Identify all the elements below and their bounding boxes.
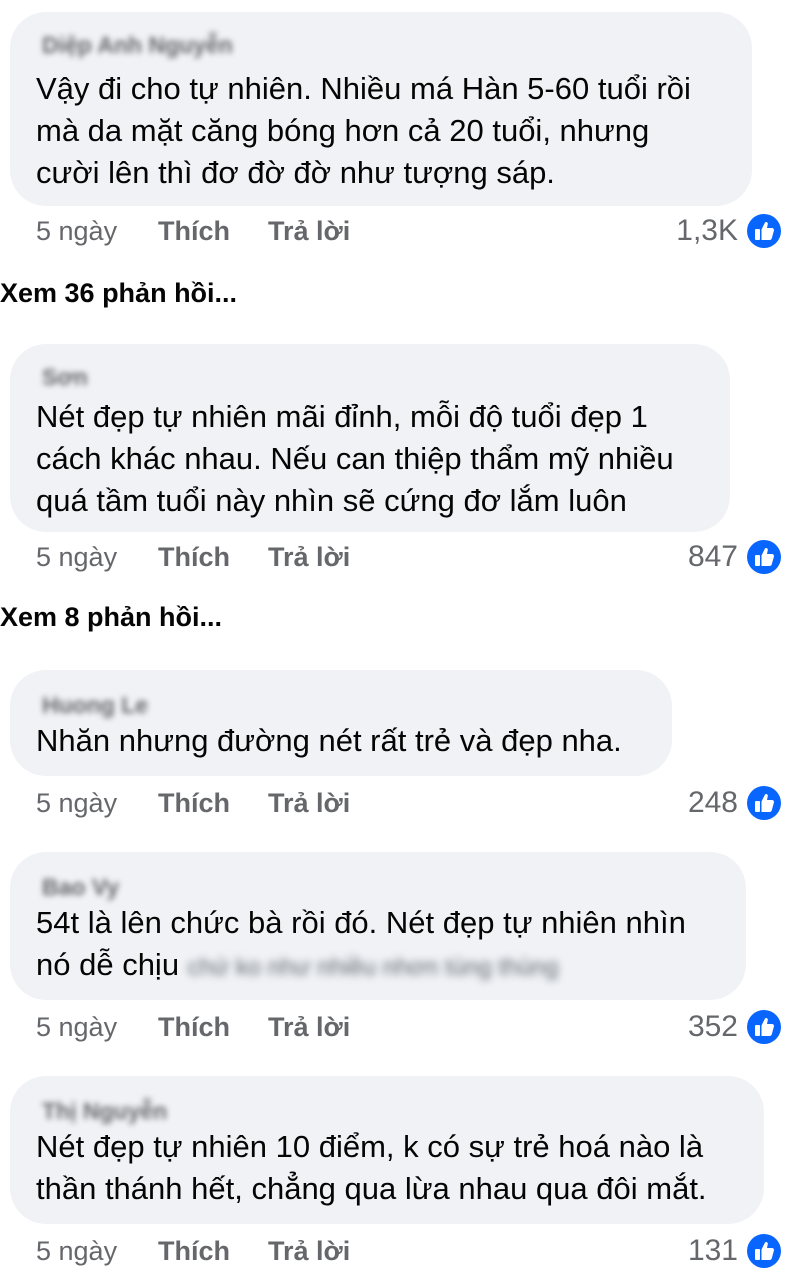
commenter-name[interactable]: Sơn [42, 364, 704, 390]
comment-text-line: cách khác nhau. Nếu can thiệp thẩm mỹ nh… [36, 441, 674, 476]
comment-text-line: cười lên thì đơ đờ đờ như tượng sáp. [36, 155, 555, 190]
comment-actions: 5 ngày Thích Trả lời 248 [0, 785, 796, 824]
comment-actions: 5 ngày Thích Trả lời 847 [0, 539, 796, 578]
like-button[interactable]: Thích [158, 1236, 230, 1267]
view-replies-link[interactable]: Xem 8 phản hồi... [0, 602, 222, 633]
comment-text-line: nó dễ chịu chứ ko như nhiều nhơn tùng th… [36, 944, 720, 989]
comment-timestamp[interactable]: 5 ngày [36, 1012, 117, 1043]
like-button[interactable]: Thích [158, 216, 230, 247]
comment-timestamp[interactable]: 5 ngày [36, 788, 117, 819]
reaction-count[interactable]: 1,3K [676, 214, 738, 248]
commenter-name[interactable]: Diệp Anh Nguyễn [42, 32, 726, 58]
comment-timestamp[interactable]: 5 ngày [36, 216, 117, 247]
comment-timestamp[interactable]: 5 ngày [36, 542, 117, 573]
blurred-text: chứ ko như nhiều nhơn tùng thùng [187, 954, 559, 981]
reaction-count[interactable]: 352 [688, 1010, 738, 1044]
like-button[interactable]: Thích [158, 788, 230, 819]
like-thumbs-up-icon[interactable] [746, 785, 782, 821]
reply-button[interactable]: Trả lời [268, 542, 350, 573]
comment-text-line: quá tầm tuổi này nhìn sẽ cứng đơ lắm luô… [36, 483, 627, 518]
comment-bubble: Sơn Nét đẹp tự nhiên mãi đỉnh, mỗi độ tu… [10, 344, 730, 532]
comment-text-line: Nét đẹp tự nhiên mãi đỉnh, mỗi độ tuổi đ… [36, 399, 648, 434]
reaction-count[interactable]: 131 [688, 1234, 738, 1268]
like-thumbs-up-icon[interactable] [746, 1009, 782, 1045]
commenter-name[interactable]: Bao Vy [42, 874, 720, 900]
comment-text-line: Vậy đi cho tự nhiên. Nhiều má Hàn 5-60 t… [36, 71, 691, 106]
like-thumbs-up-icon[interactable] [746, 1233, 782, 1269]
comment-bubble: Bao Vy 54t là lên chức bà rồi đó. Nét đẹ… [10, 852, 746, 1000]
like-thumbs-up-icon[interactable] [746, 213, 782, 249]
comment-actions: 5 ngày Thích Trả lời 131 [0, 1233, 796, 1272]
comment-text-fragment: nó dễ chịu [36, 947, 180, 982]
view-replies-link[interactable]: Xem 36 phản hồi... [0, 278, 237, 309]
reply-button[interactable]: Trả lời [268, 216, 350, 247]
comment-timestamp[interactable]: 5 ngày [36, 1236, 117, 1267]
reply-button[interactable]: Trả lời [268, 1012, 350, 1043]
reply-button[interactable]: Trả lời [268, 1236, 350, 1267]
comment-bubble: Huong Le Nhăn nhưng đường nét rất trẻ và… [10, 670, 672, 776]
comment-text-line: Nhăn nhưng đường nét rất trẻ và đẹp nha. [36, 723, 622, 758]
comment-bubble: Diệp Anh Nguyễn Vậy đi cho tự nhiên. Nhi… [10, 12, 752, 206]
comment-text-line: mà da mặt căng bóng hơn cả 20 tuổi, nhưn… [36, 113, 650, 148]
like-button[interactable]: Thích [158, 542, 230, 573]
comment-text-line: Nét đẹp tự nhiên 10 điểm, k có sự trẻ ho… [36, 1129, 704, 1164]
reaction-count[interactable]: 248 [688, 786, 738, 820]
commenter-name[interactable]: Thị Nguyễn [42, 1098, 738, 1124]
like-button[interactable]: Thích [158, 1012, 230, 1043]
like-thumbs-up-icon[interactable] [746, 539, 782, 575]
comment-actions: 5 ngày Thích Trả lời 1,3K [0, 213, 796, 252]
comment-bubble: Thị Nguyễn Nét đẹp tự nhiên 10 điểm, k c… [10, 1076, 764, 1224]
comment-actions: 5 ngày Thích Trả lời 352 [0, 1009, 796, 1048]
comment-text-line: 54t là lên chức bà rồi đó. Nét đẹp tự nh… [36, 905, 686, 940]
reply-button[interactable]: Trả lời [268, 788, 350, 819]
commenter-name[interactable]: Huong Le [42, 692, 646, 718]
reaction-count[interactable]: 847 [688, 540, 738, 574]
comment-text-line: thần thánh hết, chẳng qua lừa nhau qua đ… [36, 1171, 707, 1206]
